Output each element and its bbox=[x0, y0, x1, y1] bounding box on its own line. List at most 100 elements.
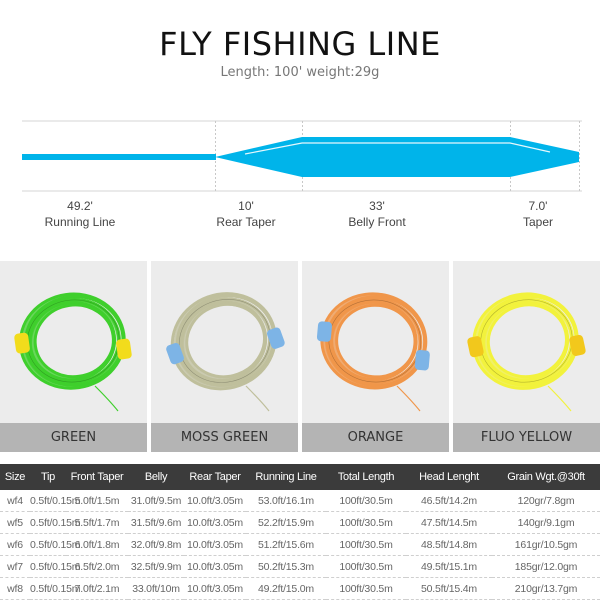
cell-tip: 0.5ft/0.15m bbox=[30, 555, 81, 578]
cell-rear-taper: 10.0ft/3.05m bbox=[184, 511, 246, 534]
segment-length: 7.0' bbox=[528, 199, 548, 213]
segment-name: Belly Front bbox=[348, 215, 406, 229]
segment-length: 49.2' bbox=[67, 199, 93, 213]
cell-head-length: 50.5ft/15.4m bbox=[406, 577, 492, 600]
cell-belly: 31.0ft/9.5m bbox=[128, 490, 184, 512]
cell-head-length: 47.5ft/14.5m bbox=[406, 511, 492, 534]
cell-belly: 31.5ft/9.6m bbox=[128, 511, 184, 534]
page-subtitle: Length: 100' weight:29g bbox=[220, 65, 380, 80]
cell-total-length: 100ft/30.5m bbox=[326, 490, 406, 512]
cell-size: wf4 bbox=[0, 490, 30, 512]
cell-grain-weight: 210gr/13.7gm bbox=[492, 577, 600, 600]
color-label: FLUO YELLOW bbox=[453, 423, 600, 452]
segment-belly-front: 33' Belly Front bbox=[317, 198, 437, 230]
cell-total-length: 100ft/30.5m bbox=[326, 533, 406, 556]
twist-tie bbox=[14, 332, 30, 354]
coil-windings bbox=[166, 292, 285, 391]
twist-tie bbox=[316, 321, 332, 342]
col-header-size: Size bbox=[0, 464, 30, 490]
cell-size: wf6 bbox=[0, 533, 30, 556]
cell-total-length: 100ft/30.5m bbox=[326, 511, 406, 534]
twist-tie bbox=[116, 338, 132, 360]
cell-running-line: 52.2ft/15.9m bbox=[246, 511, 326, 534]
line-tail bbox=[547, 385, 572, 412]
cell-size: wf7 bbox=[0, 555, 30, 578]
col-header-rear-taper: Rear Taper bbox=[184, 464, 246, 490]
table-row: wf5 0.5ft/0.15m 5.5ft/1.7m 31.5ft/9.6m 10.0f… bbox=[0, 511, 600, 534]
cell-rear-taper: 10.0ft/3.05m bbox=[184, 533, 246, 556]
table-row: wf8 0.5ft/0.15m 7.0ft/2.1m 33.0ft/10m 10.0ft… bbox=[0, 577, 600, 600]
cell-front-taper: 6.0ft/1.8m bbox=[66, 533, 128, 556]
cell-total-length: 100ft/30.5m bbox=[326, 577, 406, 600]
line-tail bbox=[245, 385, 270, 412]
taper-profile-graphic bbox=[22, 120, 582, 192]
col-header-running-line: Running Line bbox=[246, 464, 326, 490]
color-option-fluo-yellow[interactable]: FLUO YELLOW bbox=[453, 261, 600, 452]
cell-grain-weight: 140gr/9.1gm bbox=[492, 511, 600, 534]
segment-length: 33' bbox=[369, 199, 385, 213]
cell-front-taper: 7.0ft/2.1m bbox=[66, 577, 128, 600]
cell-head-length: 49.5ft/15.1m bbox=[406, 555, 492, 578]
cell-front-taper: 5.0ft/1.5m bbox=[66, 490, 128, 512]
cell-grain-weight: 161gr/10.5gm bbox=[492, 533, 600, 556]
cell-running-line: 49.2ft/15.0m bbox=[246, 577, 326, 600]
cell-tip: 0.5ft/0.15m bbox=[30, 511, 81, 534]
cell-belly: 32.5ft/9.9m bbox=[128, 555, 184, 578]
taper-diagram: 49.2' Running Line 10' Rear Taper 33' Be… bbox=[0, 110, 600, 240]
table-row: wf4 0.5ft/0.15m 5.0ft/1.5m 31.0ft/9.5m 10.0f… bbox=[0, 490, 600, 512]
line-tail bbox=[94, 385, 119, 412]
segment-name: Taper bbox=[522, 215, 554, 229]
cell-grain-weight: 120gr/7.8gm bbox=[492, 490, 600, 512]
cell-running-line: 51.2ft/15.6m bbox=[246, 533, 326, 556]
cell-rear-taper: 10.0ft/3.05m bbox=[184, 490, 246, 512]
cell-front-taper: 6.5ft/2.0m bbox=[66, 555, 128, 578]
cell-tip: 0.5ft/0.15m bbox=[30, 533, 81, 556]
coil-windings bbox=[316, 292, 430, 390]
segment-running-line: 49.2' Running Line bbox=[20, 198, 140, 230]
cell-tip: 0.5ft/0.15m bbox=[30, 490, 81, 512]
coil-windings bbox=[14, 292, 132, 390]
cell-grain-weight: 185gr/12.0gm bbox=[492, 555, 600, 578]
segment-rear-taper: 10' Rear Taper bbox=[186, 198, 306, 230]
cell-head-length: 46.5ft/14.2m bbox=[406, 490, 492, 512]
color-option-orange[interactable]: ORANGE bbox=[302, 261, 449, 452]
spec-table: Size Tip Front Taper Belly Rear Taper Ru… bbox=[0, 464, 600, 600]
col-header-grain-weight: Grain Wgt.@30ft bbox=[492, 464, 600, 490]
coil-windings bbox=[467, 292, 586, 390]
cell-total-length: 100ft/30.5m bbox=[326, 555, 406, 578]
color-option-moss-green[interactable]: MOSS GREEN bbox=[151, 261, 298, 452]
segment-name: Rear Taper bbox=[216, 215, 276, 229]
segment-length: 10' bbox=[238, 199, 254, 213]
cell-head-length: 48.5ft/14.8m bbox=[406, 533, 492, 556]
cell-belly: 33.0ft/10m bbox=[128, 577, 184, 600]
cell-size: wf8 bbox=[0, 577, 30, 600]
color-label: GREEN bbox=[0, 423, 147, 452]
col-header-belly: Belly bbox=[128, 464, 184, 490]
col-header-front-taper: Front Taper bbox=[66, 464, 128, 490]
cell-rear-taper: 10.0ft/3.05m bbox=[184, 577, 246, 600]
cell-rear-taper: 10.0ft/3.05m bbox=[184, 555, 246, 578]
cell-size: wf5 bbox=[0, 511, 30, 534]
line-coil-image bbox=[14, 292, 132, 412]
color-label: ORANGE bbox=[302, 423, 449, 452]
color-option-green[interactable]: GREEN bbox=[0, 261, 147, 452]
spec-table-header: Size Tip Front Taper Belly Rear Taper Ru… bbox=[0, 464, 600, 490]
col-header-head-length: Head Lenght bbox=[406, 464, 492, 490]
color-label: MOSS GREEN bbox=[151, 423, 298, 452]
col-header-total-length: Total Length bbox=[326, 464, 406, 490]
segment-taper: 7.0' Taper bbox=[478, 198, 598, 230]
cell-tip: 0.5ft/0.15m bbox=[30, 577, 81, 600]
table-row: wf7 0.5ft/0.15m 6.5ft/2.0m 32.5ft/9.9m 10.0f… bbox=[0, 555, 600, 578]
cell-running-line: 53.0ft/16.1m bbox=[246, 490, 326, 512]
segment-name: Running Line bbox=[44, 215, 116, 229]
cell-belly: 32.0ft/9.8m bbox=[128, 533, 184, 556]
page-title: FLY FISHING LINE bbox=[159, 25, 441, 63]
table-row: wf6 0.5ft/0.15m 6.0ft/1.8m 32.0ft/9.8m 10.0f… bbox=[0, 533, 600, 556]
cell-front-taper: 5.5ft/1.7m bbox=[66, 511, 128, 534]
line-coil-image bbox=[467, 292, 586, 412]
cell-running-line: 50.2ft/15.3m bbox=[246, 555, 326, 578]
line-coil-image bbox=[316, 292, 430, 412]
line-coil-image bbox=[166, 292, 285, 412]
running-line-segment bbox=[22, 154, 216, 160]
color-options: GREEN MOSS GREEN ORANGE FLUO YELLOW bbox=[0, 261, 600, 452]
